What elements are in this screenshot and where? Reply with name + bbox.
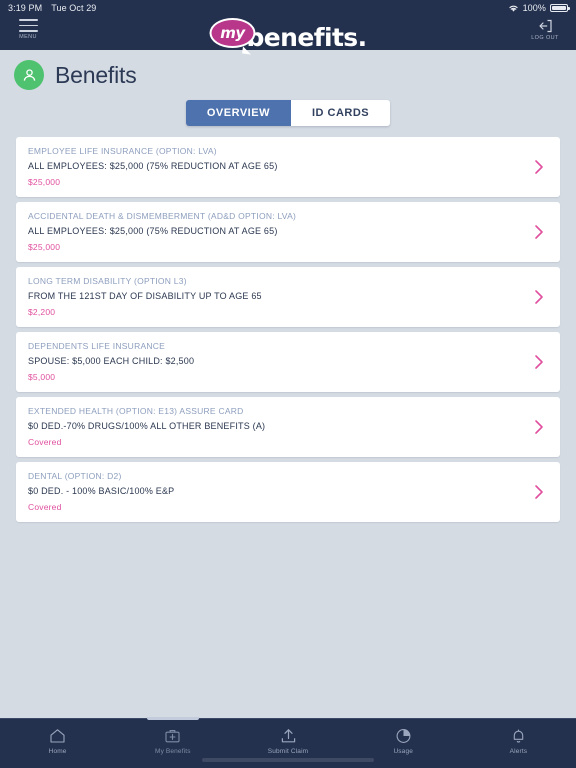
home-indicator-bar: [202, 758, 374, 762]
nav-item-alerts[interactable]: Alerts: [461, 719, 576, 768]
benefit-title: EMPLOYEE LIFE INSURANCE (OPTION: LVA): [28, 146, 217, 156]
benefit-detail: ALL EMPLOYEES: $25,000 (75% REDUCTION AT…: [28, 226, 278, 236]
battery-percent-label: 100%: [522, 3, 546, 13]
hamburger-menu-icon: [18, 19, 38, 32]
tab-group: OVERVIEW ID CARDS: [185, 100, 391, 126]
logo-wordmark: benefits.: [246, 23, 368, 53]
medical-bag-icon: [165, 730, 180, 743]
person-icon: [23, 68, 35, 81]
benefit-title: DEPENDENTS LIFE INSURANCE: [28, 341, 166, 351]
logout-button[interactable]: LOG OUT: [524, 19, 566, 41]
benefit-card-body: DENTAL (OPTION: D2) $0 DED. - 100% BASIC…: [28, 471, 530, 512]
upload-icon: [281, 729, 295, 743]
status-bar-left: 3:19 PM Tue Oct 29: [8, 3, 96, 13]
benefit-value: $2,200: [28, 307, 56, 317]
benefit-card-body: DEPENDENTS LIFE INSURANCE SPOUSE: $5,000…: [28, 341, 530, 382]
pie-chart-icon: [396, 729, 411, 743]
benefit-detail: $0 DED. - 100% BASIC/100% E&P: [28, 486, 175, 496]
benefits-list: EMPLOYEE LIFE INSURANCE (OPTION: LVA) AL…: [0, 137, 576, 522]
chevron-right-icon[interactable]: [530, 289, 548, 305]
app-logo: my benefits.: [209, 10, 368, 53]
page-title: Benefits: [55, 61, 137, 88]
benefit-detail: FROM THE 121ST DAY OF DISABILITY UP TO A…: [28, 291, 262, 301]
chevron-right-icon[interactable]: [530, 419, 548, 435]
logout-button-label: LOG OUT: [531, 35, 559, 41]
benefit-value: $25,000: [28, 242, 61, 252]
benefit-title: DENTAL (OPTION: D2): [28, 471, 122, 481]
benefit-detail: SPOUSE: $5,000 EACH CHILD: $2,500: [28, 356, 195, 366]
benefit-value: Covered: [28, 437, 62, 447]
page-title-row: Benefits: [0, 50, 576, 98]
benefit-card[interactable]: ACCIDENTAL DEATH & DISMEMBERMENT (AD&D O…: [16, 202, 560, 262]
nav-label-submit-claim: Submit Claim: [267, 748, 309, 755]
active-tab-indicator: [146, 717, 199, 720]
status-date: Tue Oct 29: [51, 3, 97, 13]
benefit-value: $5,000: [28, 372, 56, 382]
benefit-card-body: LONG TERM DISABILITY (OPTION L3) FROM TH…: [28, 276, 530, 317]
menu-button[interactable]: MENU: [10, 19, 46, 40]
nav-label-home: Home: [48, 748, 67, 755]
benefit-title: LONG TERM DISABILITY (OPTION L3): [28, 276, 187, 286]
chevron-right-icon[interactable]: [530, 159, 548, 175]
benefit-card[interactable]: DEPENDENTS LIFE INSURANCE SPOUSE: $5,000…: [16, 332, 560, 392]
battery-full-icon: [550, 4, 570, 12]
logout-icon: [538, 19, 552, 33]
benefit-card[interactable]: EMPLOYEE LIFE INSURANCE (OPTION: LVA) AL…: [16, 137, 560, 197]
benefit-detail: ALL EMPLOYEES: $25,000 (75% REDUCTION AT…: [28, 161, 278, 171]
nav-label-usage: Usage: [393, 748, 413, 755]
nav-label-my-benefits: My Benefits: [155, 748, 191, 755]
benefit-card-body: ACCIDENTAL DEATH & DISMEMBERMENT (AD&D O…: [28, 211, 530, 252]
bell-icon: [513, 729, 524, 743]
app-header: MENU my benefits. LOG OUT: [0, 16, 576, 50]
bottom-navigation: Home My Benefits Submit Claim Usage Aler…: [0, 717, 576, 768]
benefit-title: EXTENDED HEALTH (OPTION: E13) ASSURE CAR…: [28, 406, 244, 416]
home-icon: [50, 729, 65, 743]
benefit-card-body: EMPLOYEE LIFE INSURANCE (OPTION: LVA) AL…: [28, 146, 530, 187]
benefit-value: $25,000: [28, 177, 61, 187]
benefit-card[interactable]: LONG TERM DISABILITY (OPTION L3) FROM TH…: [16, 267, 560, 327]
nav-item-home[interactable]: Home: [0, 719, 115, 768]
benefit-card[interactable]: DENTAL (OPTION: D2) $0 DED. - 100% BASIC…: [16, 462, 560, 522]
avatar: [14, 60, 44, 90]
benefit-detail: $0 DED.-70% DRUGS/100% ALL OTHER BENEFIT…: [28, 421, 266, 431]
nav-label-alerts: Alerts: [509, 748, 528, 755]
chevron-right-icon[interactable]: [530, 484, 548, 500]
menu-button-label: MENU: [19, 34, 37, 40]
benefit-value: Covered: [28, 502, 62, 512]
chevron-right-icon[interactable]: [530, 224, 548, 240]
logo-bubble: my: [209, 18, 256, 48]
benefit-card[interactable]: EXTENDED HEALTH (OPTION: E13) ASSURE CAR…: [16, 397, 560, 457]
logo-bubble-text: my: [220, 23, 245, 42]
tab-id-cards[interactable]: ID CARDS: [290, 100, 391, 126]
benefit-title: ACCIDENTAL DEATH & DISMEMBERMENT (AD&D O…: [28, 211, 297, 221]
status-time: 3:19 PM: [8, 3, 43, 13]
tab-overview[interactable]: OVERVIEW: [185, 100, 291, 126]
chevron-right-icon[interactable]: [530, 354, 548, 370]
wifi-icon: [508, 5, 518, 12]
status-bar-right: 100%: [508, 3, 570, 13]
benefit-card-body: EXTENDED HEALTH (OPTION: E13) ASSURE CAR…: [28, 406, 530, 447]
tab-bar: OVERVIEW ID CARDS: [0, 100, 576, 126]
